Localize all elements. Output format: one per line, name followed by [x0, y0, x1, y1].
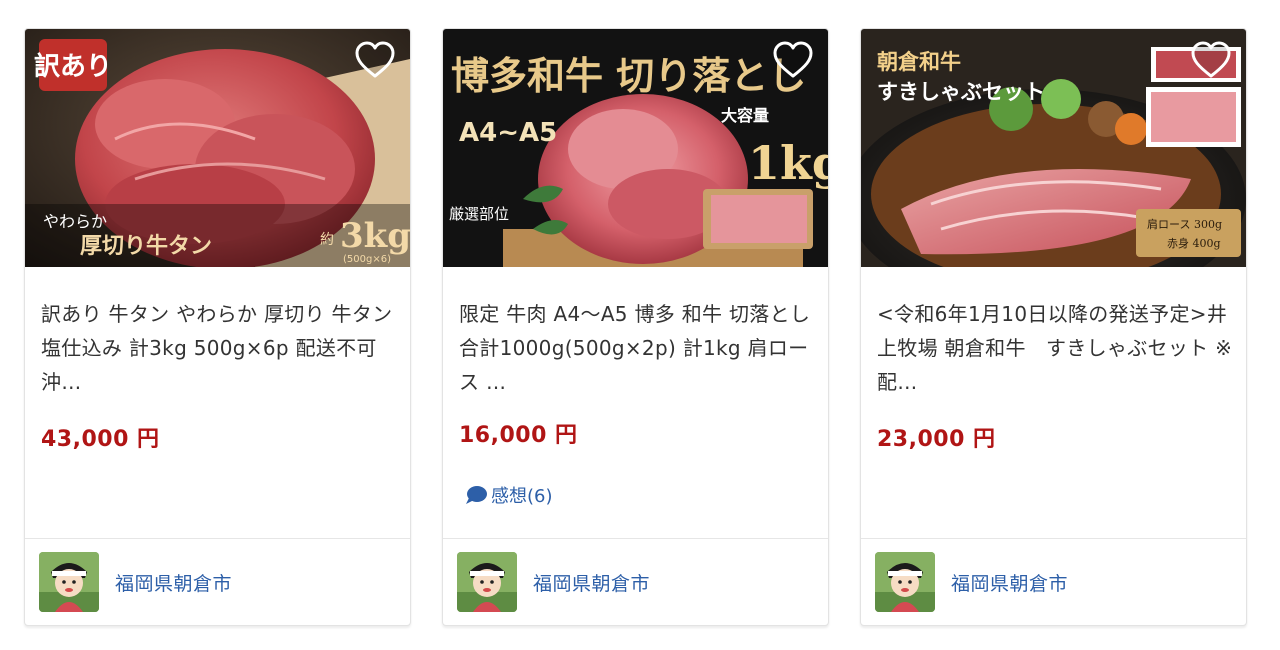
divider	[861, 538, 1246, 539]
mascot-avatar	[457, 552, 517, 612]
caption-small: やわらか	[43, 212, 107, 231]
volume-label: 大容量	[721, 106, 769, 125]
product-price: 23,000 円	[877, 427, 996, 452]
municipality-link[interactable]: 福岡県朝倉市	[39, 551, 232, 613]
volume-text: 1kg	[748, 136, 828, 190]
product-image[interactable]: 博多和牛 切り落とし A4~A5 大容量 1kg 厳選部位	[443, 29, 828, 267]
heart-icon[interactable]	[772, 41, 814, 81]
product-card[interactable]: 訳あり やわらか 厚切り牛タン 約 3kg (500g×6) 訳あり 牛タン や…	[24, 28, 411, 626]
heart-icon[interactable]	[354, 41, 396, 81]
grade-text: A4~A5	[459, 118, 557, 148]
badge-text: 訳あり	[34, 51, 112, 82]
review-count[interactable]: 感想(6)	[491, 482, 553, 508]
municipality-name[interactable]: 福岡県朝倉市	[533, 569, 650, 596]
product-price: 43,000 円	[41, 427, 160, 452]
mascot-avatar	[875, 552, 935, 612]
weight-note: (500g×6)	[343, 254, 391, 265]
image-line2: すきしゃぶセット	[877, 80, 1045, 104]
caption-large: 厚切り牛タン	[80, 233, 212, 259]
weight-prefix: 約	[320, 232, 334, 248]
product-title[interactable]: <令和6年1月10日以降の発送予定>井上牧場 朝倉和牛 すきしゃぶセット ※配…	[877, 297, 1237, 399]
product-card[interactable]: 博多和牛 切り落とし A4~A5 大容量 1kg 厳選部位 限定 牛肉 A4〜A…	[442, 28, 829, 626]
divider	[443, 538, 828, 539]
product-title[interactable]: 訳あり 牛タン やわらか 厚切り 牛タン 塩仕込み 計3kg 500g×6p 配…	[41, 297, 401, 399]
speech-bubble-icon	[466, 486, 487, 504]
review-link[interactable]: 感想(6)	[465, 482, 553, 508]
image-line1: 朝倉和牛	[877, 49, 961, 74]
municipality-link[interactable]: 福岡県朝倉市	[875, 551, 1068, 613]
heart-icon[interactable]	[1190, 41, 1232, 81]
image-label2: 赤身 400g	[1167, 236, 1221, 250]
municipality-name[interactable]: 福岡県朝倉市	[115, 569, 232, 596]
product-card[interactable]: 朝倉和牛 すきしゃぶセット 肩ロース 300g 赤身 400g <令和6年1月1…	[860, 28, 1247, 626]
product-image[interactable]: 訳あり やわらか 厚切り牛タン 約 3kg (500g×6)	[25, 29, 410, 267]
municipality-link[interactable]: 福岡県朝倉市	[457, 551, 650, 613]
stamp-text: 厳選部位	[449, 205, 509, 223]
headline-text: 博多和牛 切り落とし	[451, 53, 806, 98]
product-price: 16,000 円	[459, 423, 578, 448]
image-label1: 肩ロース 300g	[1147, 217, 1222, 231]
divider	[25, 538, 410, 539]
product-title[interactable]: 限定 牛肉 A4〜A5 博多 和牛 切落とし 合計1000g(500g×2p) …	[459, 297, 819, 399]
mascot-avatar	[39, 552, 99, 612]
municipality-name[interactable]: 福岡県朝倉市	[951, 569, 1068, 596]
weight-text: 3kg	[340, 216, 410, 256]
product-image[interactable]: 朝倉和牛 すきしゃぶセット 肩ロース 300g 赤身 400g	[861, 29, 1246, 267]
